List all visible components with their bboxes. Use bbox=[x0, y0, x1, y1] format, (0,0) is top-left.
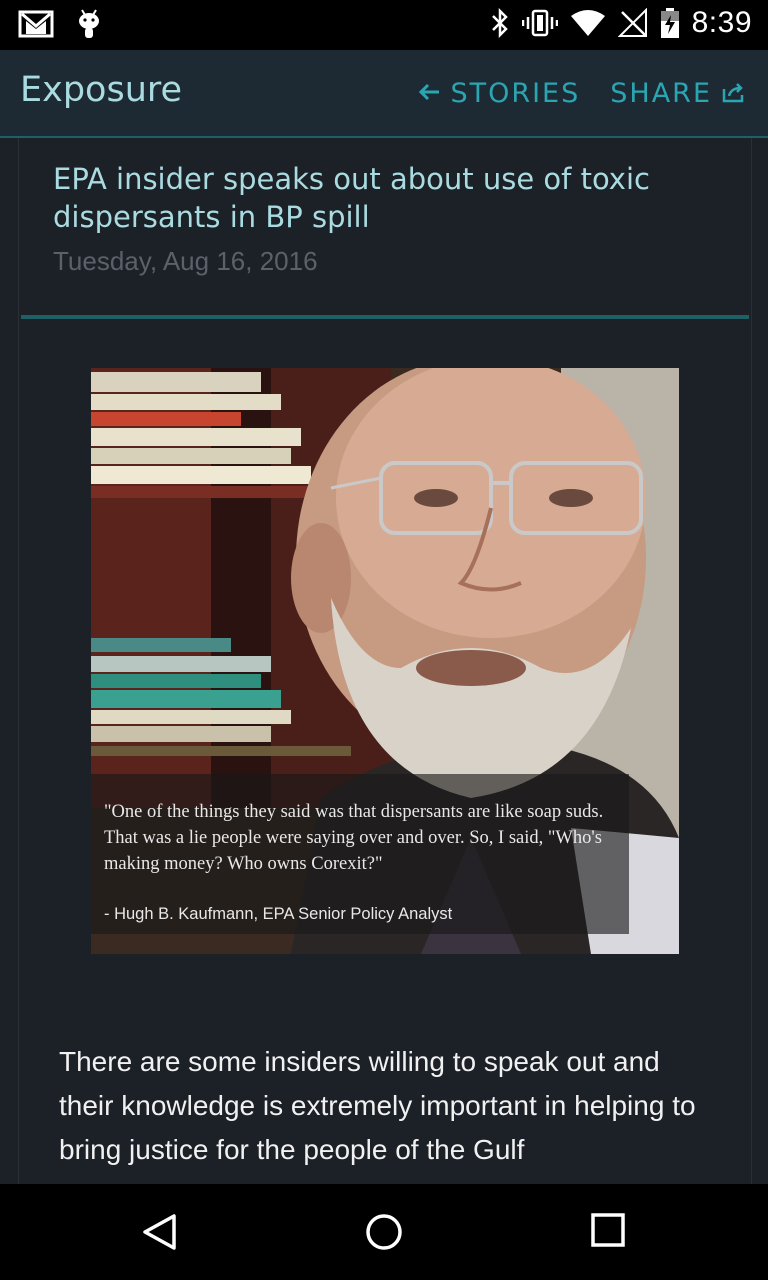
stories-label: STORIES bbox=[450, 78, 581, 109]
clock: 8:39 bbox=[691, 6, 752, 39]
navigation-bar bbox=[0, 1184, 768, 1280]
share-icon bbox=[722, 81, 746, 107]
recents-icon[interactable] bbox=[590, 1212, 626, 1252]
article-content[interactable]: EPA insider speaks out about use of toxi… bbox=[18, 138, 752, 1184]
no-signal-icon bbox=[617, 8, 648, 38]
divider bbox=[21, 315, 749, 319]
app-bar: Exposure STORIES SHARE bbox=[0, 50, 768, 138]
image-quote: "One of the things they said was that di… bbox=[104, 802, 604, 874]
back-icon[interactable] bbox=[140, 1212, 180, 1256]
article-body: There are some insiders willing to speak… bbox=[59, 1046, 696, 1165]
arrow-left-icon bbox=[418, 82, 440, 106]
image-quote-attribution: - Hugh B. Kaufmann, EPA Senior Policy An… bbox=[104, 905, 453, 923]
app-title: Exposure bbox=[20, 70, 183, 110]
battery-charging-icon bbox=[660, 7, 680, 39]
vibrate-icon bbox=[521, 8, 558, 38]
home-icon[interactable] bbox=[364, 1212, 404, 1256]
status-bar: 8:39 bbox=[0, 0, 768, 50]
stories-button[interactable]: STORIES bbox=[418, 78, 580, 109]
gmail-icon bbox=[18, 9, 54, 39]
share-label: SHARE bbox=[610, 78, 712, 109]
article-date: Tuesday, Aug 16, 2016 bbox=[53, 246, 318, 276]
article-headline: EPA insider speaks out about use of toxi… bbox=[53, 162, 650, 234]
android-icon bbox=[76, 8, 102, 40]
app-actions: STORIES SHARE bbox=[418, 78, 746, 109]
article-image[interactable]: "One of the things they said was that di… bbox=[91, 368, 679, 954]
share-button[interactable]: SHARE bbox=[610, 78, 746, 109]
wifi-icon bbox=[570, 8, 606, 38]
bluetooth-icon bbox=[490, 8, 510, 38]
quote-overlay: "One of the things they said was that di… bbox=[91, 774, 629, 934]
